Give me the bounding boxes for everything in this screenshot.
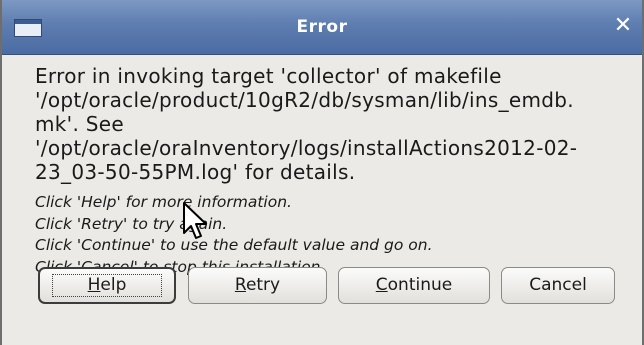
continue-label-rest: ontinue [387,275,453,295]
cancel-button[interactable]: Cancel [501,267,615,304]
hint-retry: Click 'Retry' to try again. [35,214,228,233]
continue-button[interactable]: Continue [338,267,490,304]
hint-help: Click 'Help' for more information. [35,193,292,211]
retry-button[interactable]: Retry [188,267,327,304]
continue-mnemonic: C [375,275,388,295]
mouse-pointer-icon [183,202,207,239]
retry-label-rest: etry [245,275,281,295]
continue-button-label: Continue [376,275,452,295]
error-dialog: Error ✕ Error in invoking target 'collec… [0,0,644,345]
retry-button-label: Retry [235,275,280,295]
help-button-label: Help [88,275,127,295]
instructions: Click 'Help' for more information. Click… [35,192,635,278]
dialog-title: Error [296,17,348,37]
close-icon[interactable]: ✕ [610,13,636,39]
title-bar[interactable]: Error ✕ [2,0,642,55]
help-mnemonic: H [87,275,101,295]
hint-continue: Click 'Continue' to use the default valu… [35,236,433,254]
help-button[interactable]: Help [38,267,176,304]
help-label-rest: elp [100,275,127,295]
retry-mnemonic: R [234,275,246,295]
error-message: Error in invoking target 'collector' of … [35,64,578,184]
